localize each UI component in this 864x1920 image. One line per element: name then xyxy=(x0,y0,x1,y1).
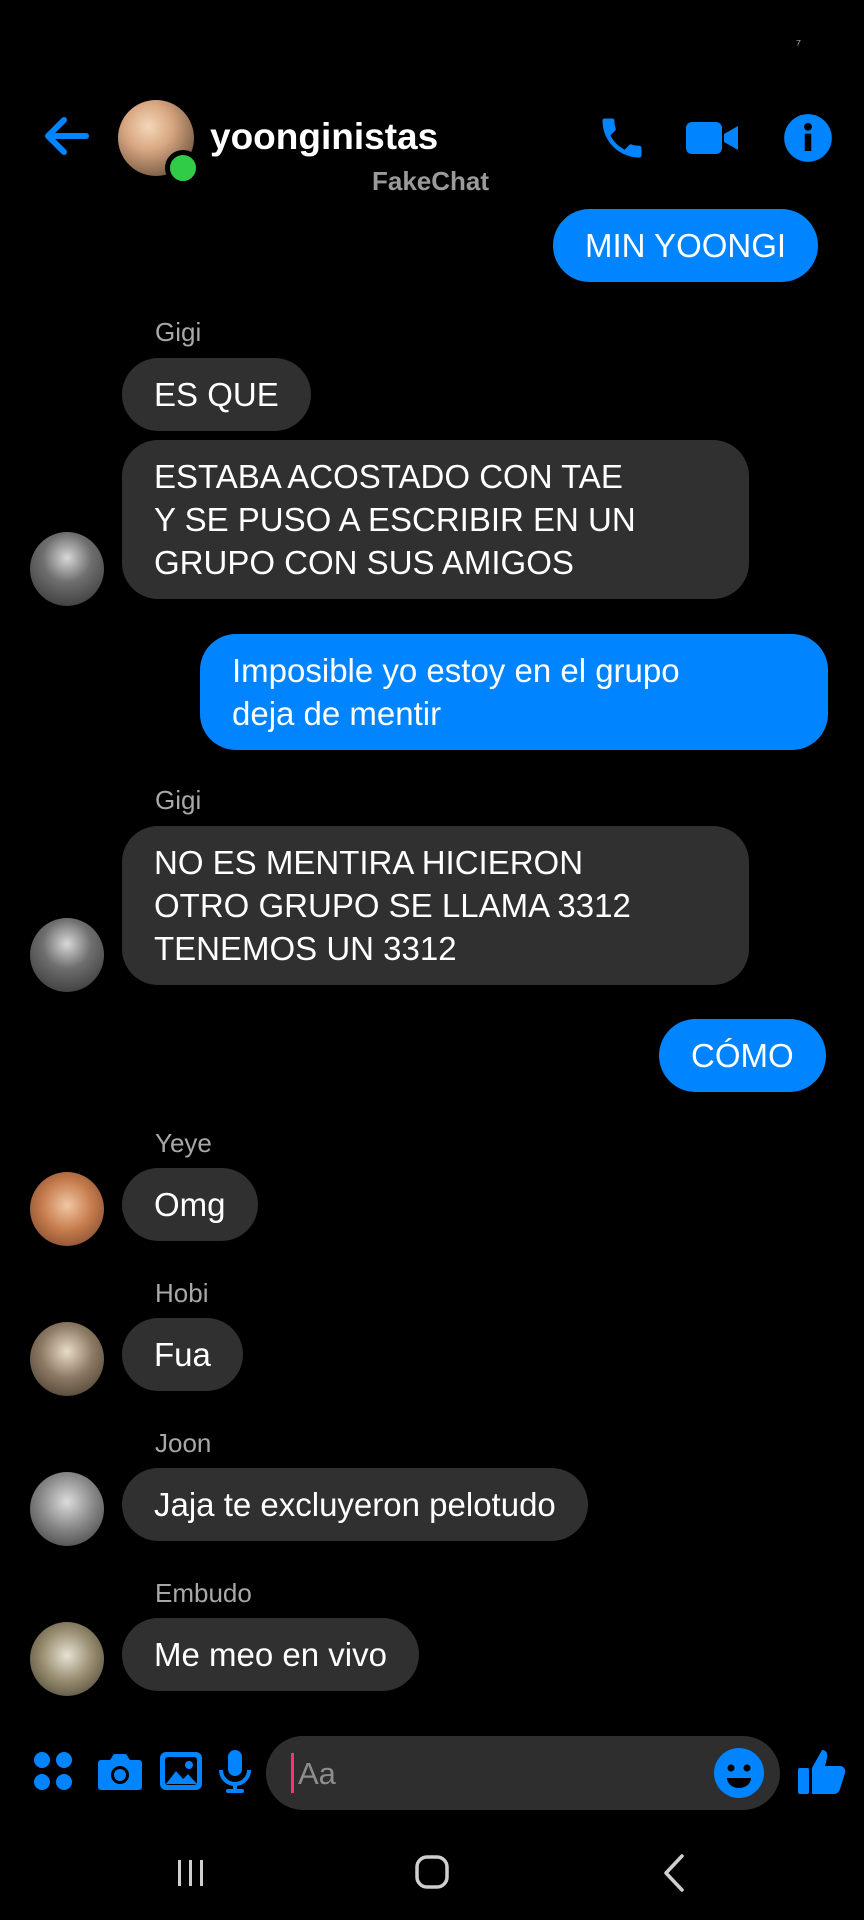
avatar-embudo[interactable] xyxy=(30,1622,104,1696)
message-input[interactable] xyxy=(296,1746,700,1802)
status-indicator: ⁷ xyxy=(796,36,802,52)
back-arrow-icon[interactable] xyxy=(38,108,94,164)
home-icon[interactable] xyxy=(402,1848,462,1898)
microphone-icon[interactable] xyxy=(216,1748,254,1794)
sender-name: Hobi xyxy=(155,1278,209,1308)
avatar-hobi[interactable] xyxy=(30,1322,104,1396)
incoming-message[interactable]: ES QUE xyxy=(122,358,311,431)
phone-icon[interactable] xyxy=(596,112,648,164)
incoming-message[interactable]: NO ES MENTIRA HICIERON OTRO GRUPO SE LLA… xyxy=(122,826,749,985)
avatar-gigi[interactable] xyxy=(30,532,104,606)
video-camera-icon[interactable] xyxy=(684,112,740,164)
outgoing-message[interactable]: Imposible yo estoy en el grupo deja de m… xyxy=(200,634,828,750)
incoming-message[interactable]: Fua xyxy=(122,1318,243,1391)
thumbs-up-icon[interactable] xyxy=(796,1744,850,1798)
incoming-message[interactable]: Me meo en vivo xyxy=(122,1618,419,1691)
online-status-dot xyxy=(165,150,201,186)
avatar-gigi[interactable] xyxy=(30,918,104,992)
sender-name: Gigi xyxy=(155,785,202,815)
incoming-message[interactable]: Jaja te excluyeron pelotudo xyxy=(122,1468,588,1541)
info-icon[interactable] xyxy=(782,112,834,164)
sender-name: Gigi xyxy=(155,317,202,347)
camera-icon[interactable] xyxy=(95,1748,145,1794)
sender-name: Joon xyxy=(155,1428,212,1458)
chat-subtitle: FakeChat xyxy=(372,166,490,196)
apps-icon[interactable] xyxy=(30,1748,76,1794)
avatar-yeye[interactable] xyxy=(30,1172,104,1246)
outgoing-message[interactable]: MIN YOONGI xyxy=(553,209,819,282)
image-icon[interactable] xyxy=(158,1748,204,1794)
sender-name: Yeye xyxy=(155,1128,212,1158)
text-cursor xyxy=(291,1753,294,1793)
emoji-icon[interactable] xyxy=(713,1747,765,1799)
sender-name: Embudo xyxy=(155,1578,252,1608)
recents-icon[interactable] xyxy=(160,1848,220,1898)
outgoing-message[interactable]: CÓMO xyxy=(659,1019,826,1092)
incoming-message[interactable]: ESTABA ACOSTADO CON TAE Y SE PUSO A ESCR… xyxy=(122,440,749,599)
incoming-message[interactable]: Omg xyxy=(122,1168,258,1241)
back-icon[interactable] xyxy=(644,1848,704,1898)
chat-title[interactable]: yoonginistas xyxy=(210,116,438,158)
avatar-joon[interactable] xyxy=(30,1472,104,1546)
